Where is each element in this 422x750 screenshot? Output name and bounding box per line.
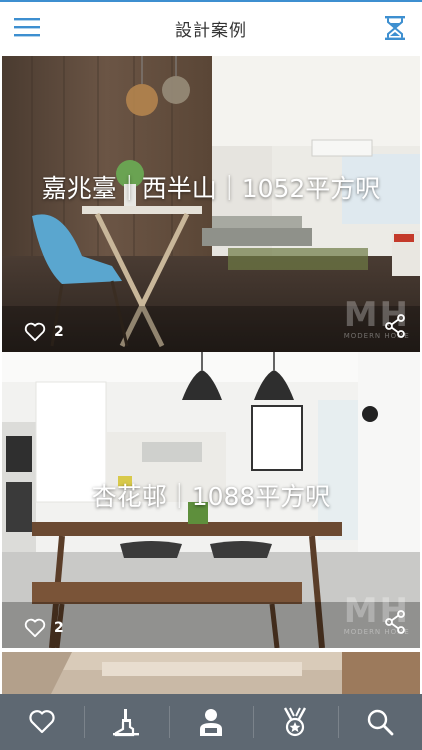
tab-design[interactable] bbox=[84, 694, 168, 750]
heart-icon bbox=[29, 710, 55, 734]
tab-favorites[interactable] bbox=[0, 694, 84, 750]
case-photo bbox=[2, 652, 420, 694]
case-feed[interactable]: 嘉兆臺｜西半山｜1052平方呎 2 MH MODERN HOME 杏花邨｜108… bbox=[0, 54, 422, 694]
case-footer: 2 MH MODERN HOME bbox=[2, 298, 420, 352]
tab-designers[interactable] bbox=[168, 694, 253, 750]
paint-roller-icon bbox=[112, 709, 139, 737]
heart-icon bbox=[24, 322, 46, 342]
tab-awards[interactable] bbox=[253, 694, 337, 750]
like-button[interactable]: 2 bbox=[24, 322, 64, 342]
case-card[interactable]: 嘉兆臺｜西半山｜1052平方呎 2 MH MODERN HOME bbox=[0, 56, 422, 352]
heart-icon bbox=[24, 618, 46, 638]
like-button[interactable]: 2 bbox=[24, 618, 64, 638]
case-caption: 嘉兆臺｜西半山｜1052平方呎 bbox=[41, 174, 381, 203]
designer-person-icon bbox=[200, 709, 223, 736]
like-count: 2 bbox=[54, 620, 64, 636]
case-card[interactable]: 杏花邨｜1088平方呎 2 MH MODERN HOME bbox=[0, 352, 422, 648]
case-footer: 2 MH MODERN HOME bbox=[2, 594, 420, 648]
tab-search[interactable] bbox=[337, 694, 422, 750]
share-icon[interactable] bbox=[384, 610, 406, 638]
page-title: 設計案例 bbox=[175, 20, 247, 41]
case-caption: 杏花邨｜1088平方呎 bbox=[91, 482, 331, 511]
bottom-tab-bar bbox=[0, 694, 422, 750]
hourglass-icon[interactable] bbox=[384, 15, 406, 41]
search-icon bbox=[367, 709, 394, 736]
hamburger-menu-icon[interactable] bbox=[14, 16, 40, 38]
case-card[interactable] bbox=[0, 652, 422, 694]
like-count: 2 bbox=[54, 324, 64, 340]
share-icon[interactable] bbox=[384, 314, 406, 342]
medal-icon bbox=[284, 707, 307, 737]
app-header: 設計案例 bbox=[0, 2, 422, 54]
